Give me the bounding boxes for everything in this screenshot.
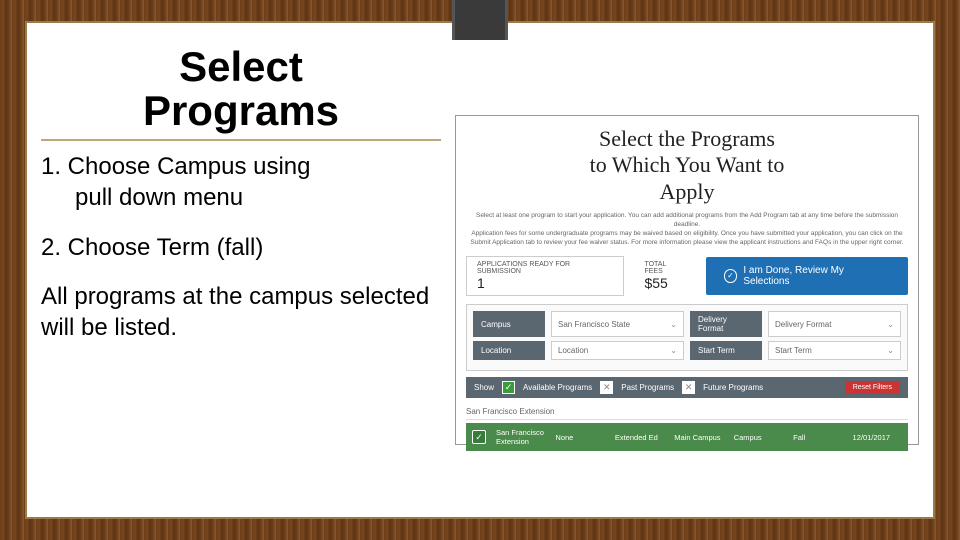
result-c7: 12/01/2017 — [853, 433, 902, 442]
apps-ready-box: APPLICATIONS READY FOR SUBMISSION 1 — [466, 256, 624, 297]
delivery-format-label: Delivery Format — [690, 311, 762, 337]
app-screenshot: Select the Programs to Which You Want to… — [455, 115, 919, 445]
future-label: Future Programs — [703, 383, 763, 392]
step-1: 1. Choose Campus using pull down menu — [41, 151, 441, 213]
done-review-button[interactable]: ✓ I am Done, Review My Selections — [706, 257, 908, 295]
chevron-down-icon: ⌄ — [887, 320, 894, 329]
total-fees-box: TOTAL FEES $55 — [634, 257, 695, 296]
slide-title: Select Programs — [41, 35, 441, 141]
binder-clip — [452, 0, 508, 40]
check-icon: ✓ — [724, 269, 738, 283]
result-c5: Campus — [734, 433, 783, 442]
result-checkbox[interactable]: ✓ — [472, 430, 486, 444]
apps-ready-value: 1 — [477, 276, 613, 291]
location-label: Location — [473, 341, 545, 360]
past-checkbox[interactable]: ✕ — [600, 381, 613, 394]
available-label: Available Programs — [523, 383, 592, 392]
step-1-line-2: pull down menu — [41, 182, 441, 213]
done-button-label: I am Done, Review My Selections — [743, 265, 890, 287]
future-checkbox[interactable]: ✕ — [682, 381, 695, 394]
result-c3: Extended Ed — [615, 433, 664, 442]
start-term-label: Start Term — [690, 341, 762, 360]
chevron-down-icon: ⌄ — [670, 320, 677, 329]
slide-card: Select Programs 1. Choose Campus using p… — [25, 21, 935, 519]
result-c2: None — [555, 433, 604, 442]
result-c4: Main Campus — [674, 433, 723, 442]
chevron-down-icon: ⌄ — [887, 346, 894, 355]
apps-ready-label: APPLICATIONS READY FOR SUBMISSION — [477, 261, 613, 276]
campus-select[interactable]: San Francisco State ⌄ — [551, 311, 684, 337]
program-result-row[interactable]: ✓ San Francisco Extension None Extended … — [466, 423, 908, 451]
intro-text: Select at least one program to start you… — [466, 211, 908, 247]
total-fees-value: $55 — [644, 276, 685, 291]
past-label: Past Programs — [621, 383, 674, 392]
filter-box: Campus San Francisco State ⌄ Delivery Fo… — [466, 304, 908, 371]
step-1-line-1: 1. Choose Campus using — [41, 153, 310, 180]
screenshot-title: Select the Programs to Which You Want to… — [466, 126, 908, 205]
reset-filters-button[interactable]: Reset Filters — [845, 381, 900, 394]
status-row: APPLICATIONS READY FOR SUBMISSION 1 TOTA… — [466, 256, 908, 297]
location-select[interactable]: Location ⌄ — [551, 341, 684, 360]
campus-label: Campus — [473, 311, 545, 337]
available-checkbox[interactable]: ✓ — [502, 381, 515, 394]
title-line-2: Programs — [143, 87, 339, 134]
section-header: San Francisco Extension — [466, 404, 908, 420]
show-filter-row: Show ✓ Available Programs ✕ Past Program… — [466, 377, 908, 398]
start-term-select[interactable]: Start Term ⌄ — [768, 341, 901, 360]
delivery-format-select[interactable]: Delivery Format ⌄ — [768, 311, 901, 337]
result-name: San Francisco Extension — [496, 428, 545, 446]
chevron-down-icon: ⌄ — [670, 346, 677, 355]
result-c6: Fall — [793, 433, 842, 442]
show-label: Show — [474, 383, 494, 392]
left-column: Select Programs 1. Choose Campus using p… — [41, 35, 451, 505]
title-line-1: Select — [179, 43, 303, 90]
step-2: 2. Choose Term (fall) — [41, 232, 441, 263]
note-text: All programs at the campus selected will… — [41, 281, 441, 343]
total-fees-label: TOTAL FEES — [644, 261, 685, 276]
